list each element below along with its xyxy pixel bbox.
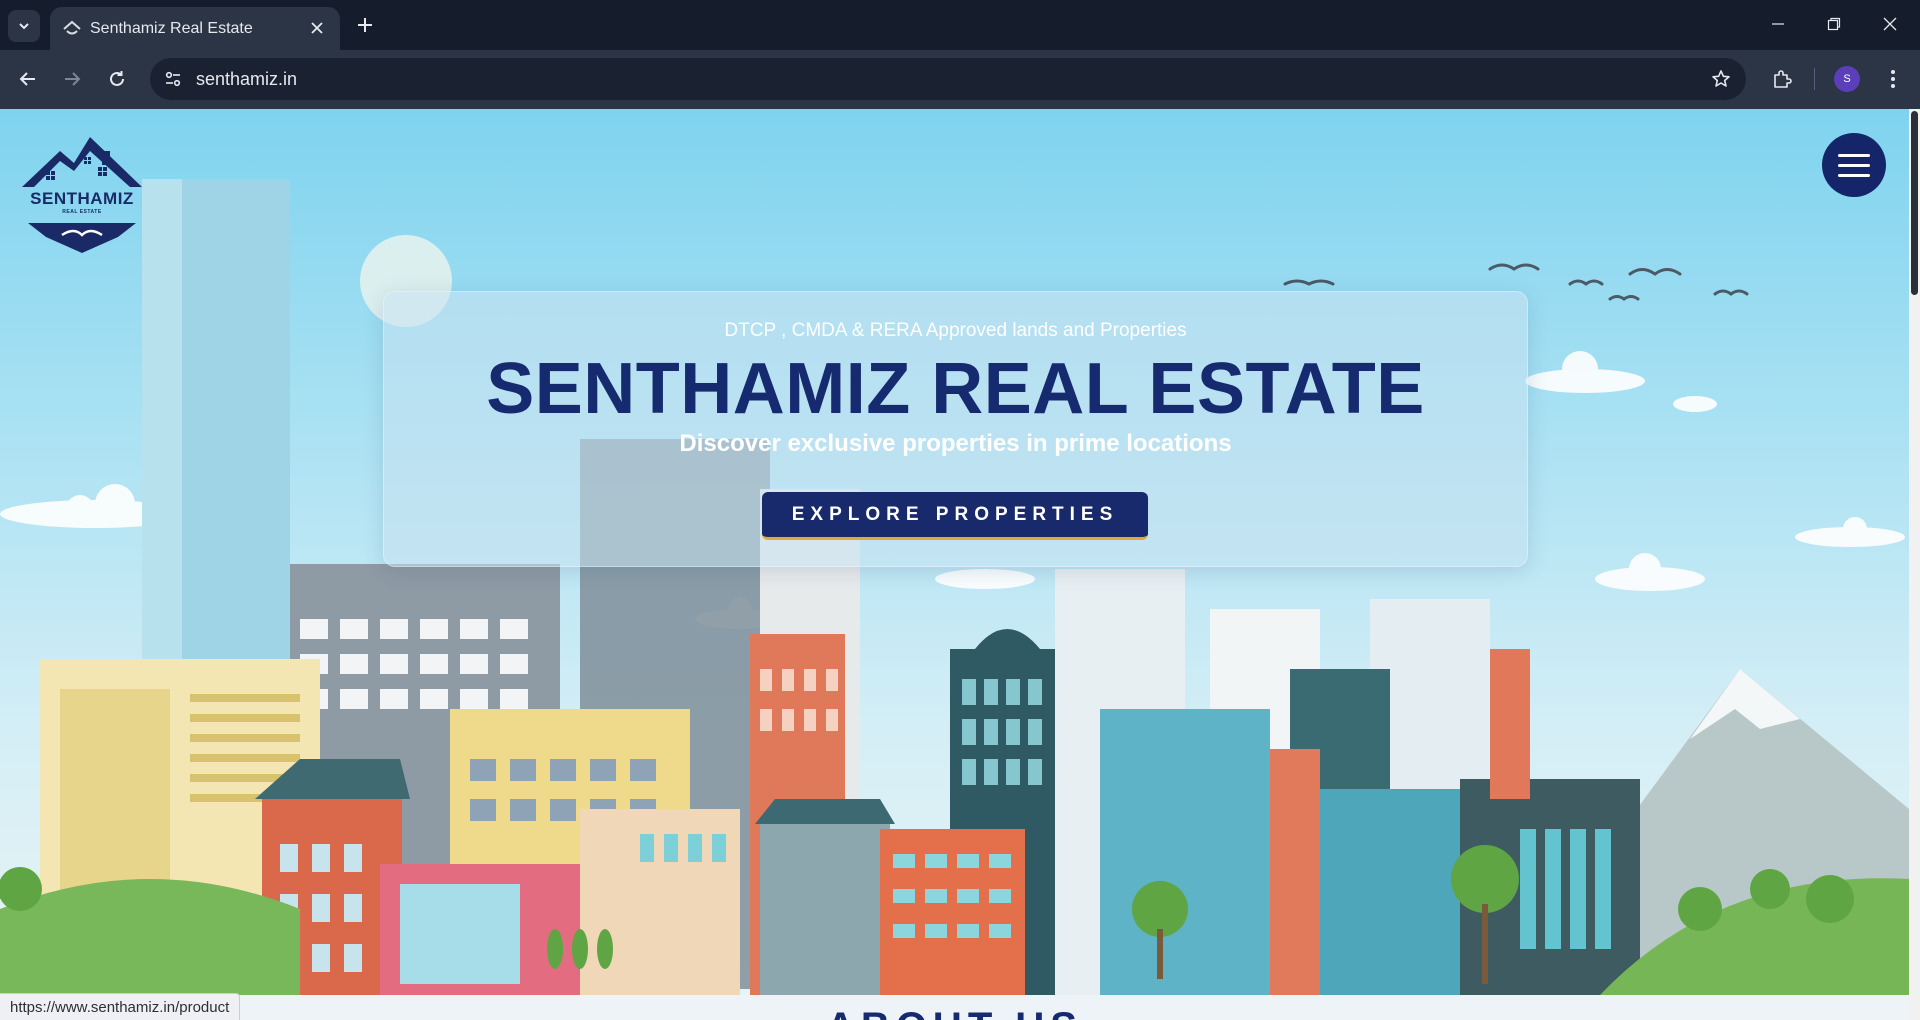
logo-wordmark: SENTHAMIZ	[30, 189, 134, 208]
arrow-left-icon	[19, 72, 35, 86]
close-icon	[311, 22, 323, 34]
close-window-button[interactable]	[1862, 0, 1918, 48]
address-bar[interactable]: senthamiz.in	[150, 58, 1746, 100]
menu-button[interactable]	[1822, 133, 1886, 197]
explore-properties-button[interactable]: EXPLORE PROPERTIES	[762, 492, 1148, 540]
hero-section: SENTHAMIZ REAL ESTATE DTCP , CMDA & RERA…	[0, 109, 1909, 995]
more-menu-button[interactable]	[1877, 63, 1909, 95]
chevron-down-icon	[19, 23, 29, 30]
arrow-right-icon	[65, 72, 81, 86]
minimize-button[interactable]	[1750, 0, 1806, 48]
about-section-title: ABOUT US	[0, 1005, 1909, 1020]
reload-icon	[110, 71, 124, 86]
tune-icon	[165, 71, 181, 87]
bookmark-button[interactable]	[1708, 66, 1734, 92]
page-viewport: SENTHAMIZ REAL ESTATE DTCP , CMDA & RERA…	[0, 109, 1909, 1020]
profile-avatar[interactable]: S	[1834, 66, 1860, 92]
hamburger-icon-line	[1838, 163, 1870, 167]
tab-close-button[interactable]	[304, 15, 330, 41]
puzzle-icon	[1774, 70, 1792, 88]
hamburger-icon	[1838, 153, 1870, 157]
hero-card: DTCP , CMDA & RERA Approved lands and Pr…	[383, 291, 1528, 567]
site-info-button[interactable]	[158, 64, 188, 94]
url-text[interactable]: senthamiz.in	[196, 69, 297, 90]
extensions-button[interactable]	[1766, 63, 1798, 95]
back-button[interactable]	[12, 63, 44, 95]
tab-search-button[interactable]	[8, 10, 40, 42]
forward-button[interactable]	[56, 63, 88, 95]
close-icon	[1883, 17, 1897, 31]
new-tab-button[interactable]	[350, 10, 380, 40]
site-favicon-icon	[63, 20, 81, 35]
hero-kicker: DTCP , CMDA & RERA Approved lands and Pr…	[724, 320, 1187, 341]
plus-icon	[358, 18, 372, 32]
hamburger-icon-line	[1838, 173, 1870, 177]
hero-tagline: Discover exclusive properties in prime l…	[679, 430, 1232, 457]
page-scrollbar-thumb[interactable]	[1911, 111, 1918, 295]
link-status-bubble: https://www.senthamiz.in/product	[0, 993, 241, 1020]
logo-subtext: REAL ESTATE	[62, 209, 102, 215]
tab-title: Senthamiz Real Estate	[90, 20, 253, 37]
site-logo[interactable]: SENTHAMIZ REAL ESTATE	[18, 127, 146, 255]
minimize-icon	[1772, 23, 1784, 25]
browser-toolbar: senthamiz.in	[0, 50, 1920, 109]
hero-headline: SENTHAMIZ REAL ESTATE	[486, 349, 1425, 429]
tab-strip: Senthamiz Real Estate	[0, 0, 1920, 50]
active-tab[interactable]: Senthamiz Real Estate	[50, 7, 340, 50]
restore-icon	[1827, 17, 1841, 31]
restore-button[interactable]	[1806, 0, 1862, 48]
about-section: ABOUT US	[0, 995, 1909, 1020]
toolbar-divider	[1814, 68, 1815, 90]
reload-button[interactable]	[101, 63, 133, 95]
star-icon	[1712, 70, 1730, 87]
kebab-icon	[1891, 70, 1895, 88]
